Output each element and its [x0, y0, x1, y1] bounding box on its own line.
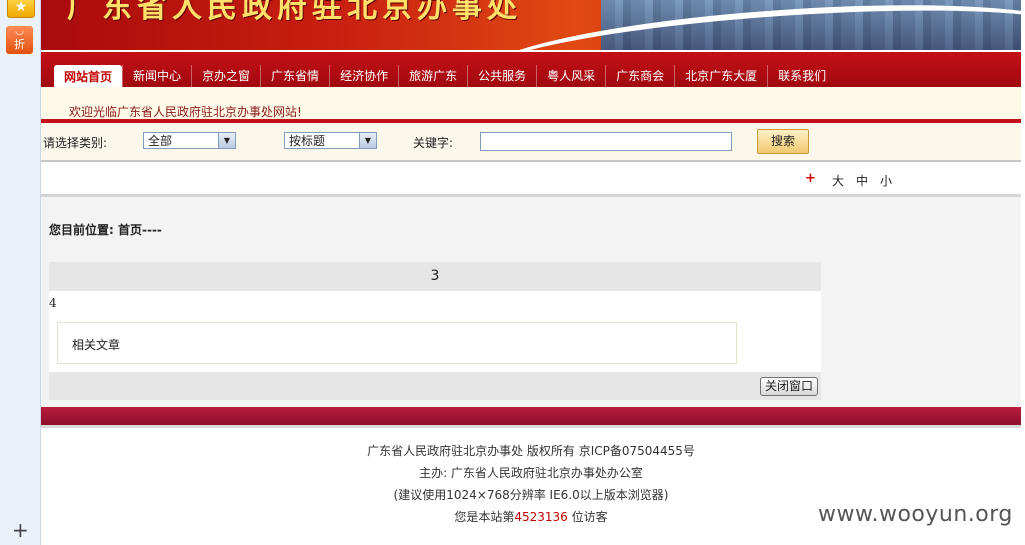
search-mode-select[interactable]: 按标题 ▼: [284, 132, 377, 149]
article-panel: 3 4 相关文章 关闭窗口: [49, 262, 821, 400]
nav-item[interactable]: 北京广东大厦: [674, 65, 767, 87]
deal-button[interactable]: ◡ 折: [6, 26, 33, 54]
nav-item[interactable]: 联系我们: [767, 65, 836, 87]
article-title: 3: [49, 262, 821, 291]
related-articles-label: 相关文章: [72, 338, 121, 352]
site-banner: 广东省人民政府驻北京办事处: [41, 0, 1021, 50]
deal-label: 折: [14, 38, 25, 51]
browser-sidebar: ★ ◡ 折 +: [0, 0, 41, 545]
visitor-prefix: 您是本站第: [454, 510, 515, 524]
welcome-bar: 欢迎光临广东省人民政府驻北京办事处网站!: [41, 87, 1021, 123]
visitor-count: 4523136: [514, 510, 568, 524]
visitor-suffix: 位访客: [567, 510, 608, 524]
keyword-input[interactable]: [480, 132, 732, 151]
nav-item[interactable]: 粤人风采: [536, 65, 605, 87]
nav-item[interactable]: 新闻中心: [122, 65, 191, 87]
nav-item[interactable]: 广东省情: [260, 65, 329, 87]
category-select[interactable]: 全部 ▼: [143, 132, 236, 149]
keyword-label: 关键字:: [413, 136, 454, 150]
font-size-small[interactable]: 小: [880, 172, 892, 189]
category-select-value: 全部: [148, 134, 173, 148]
nav-item[interactable]: 网站首页: [54, 65, 123, 89]
font-size-large[interactable]: 大: [832, 172, 844, 189]
nav-item[interactable]: 旅游广东: [398, 65, 467, 87]
nav-item[interactable]: 经济协作: [329, 65, 398, 87]
search-button[interactable]: 搜索: [757, 129, 809, 154]
watermark-text: www.wooyun.org: [818, 502, 1013, 527]
related-articles-box: 相关文章: [57, 322, 737, 364]
chevron-down-icon[interactable]: ▼: [218, 133, 235, 148]
site-title: 广东省人民政府驻北京办事处: [67, 0, 522, 25]
chevron-down-icon[interactable]: ▼: [359, 133, 376, 148]
search-mode-value: 按标题: [289, 134, 326, 148]
font-size-medium[interactable]: 中: [856, 172, 868, 189]
search-bar: 请选择类别: 全部 ▼ 按标题 ▼ 关键字: 搜索: [41, 123, 1021, 162]
article-footer: 关闭窗口: [49, 372, 821, 400]
close-window-button[interactable]: 关闭窗口: [759, 377, 818, 396]
cart-icon: ◡: [15, 26, 24, 37]
main-nav: 网站首页 新闻中心 京办之窗 广东省情 经济协作 旅游广东 公共服务 粤人风采 广东商会 北京广东…: [41, 50, 1021, 89]
article-body: 4: [49, 296, 57, 310]
category-label: 请选择类别:: [43, 136, 108, 150]
nav-item[interactable]: 广东商会: [605, 65, 674, 87]
add-icon[interactable]: +: [12, 520, 29, 540]
welcome-text: 欢迎光临广东省人民政府驻北京办事处网站!: [69, 105, 302, 119]
nav-item[interactable]: 公共服务: [467, 65, 536, 87]
font-size-bar: + 大 中 小: [41, 162, 1021, 197]
star-icon[interactable]: ★: [7, 0, 35, 18]
nav-item[interactable]: 京办之窗: [191, 65, 260, 87]
breadcrumb: 您目前位置: 首页----: [49, 223, 162, 237]
plus-icon: +: [805, 171, 816, 186]
copyright-line: 广东省人民政府驻北京办事处 版权所有 京ICP备07504455号: [367, 444, 695, 458]
footer-divider-band: [41, 407, 1021, 428]
organizer-line: 主办: 广东省人民政府驻北京办事处办公室: [419, 466, 643, 480]
main-content: 您目前位置: 首页---- 3 4 相关文章 关闭窗口: [41, 197, 1021, 407]
